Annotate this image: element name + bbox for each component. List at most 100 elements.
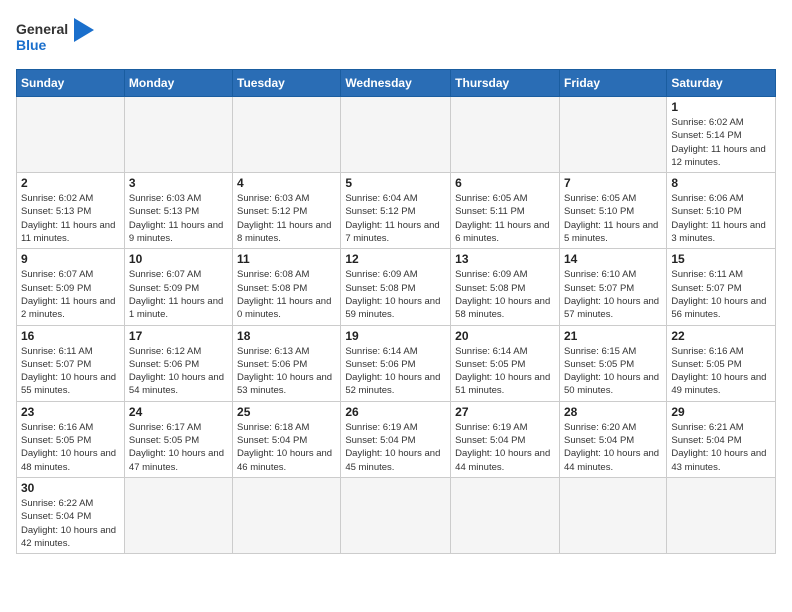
day-cell: 23 Sunrise: 6:16 AMSunset: 5:05 PMDayligh… bbox=[17, 401, 125, 477]
day-number: 27 bbox=[455, 405, 555, 419]
day-cell: 5Sunrise: 6:04 AMSunset: 5:12 PMDaylight… bbox=[341, 173, 451, 249]
day-cell: 6 Sunrise: 6:05 AMSunset: 5:11 PMDaylight… bbox=[451, 173, 560, 249]
day-cell bbox=[341, 477, 451, 553]
day-number: 28 bbox=[564, 405, 662, 419]
day-cell bbox=[17, 97, 125, 173]
day-number: 14 bbox=[564, 252, 662, 266]
week-row-6: 30 Sunrise: 6:22 AMSunset: 5:04 PMDayligh… bbox=[17, 477, 776, 553]
day-info: Sunrise: 6:10 AMSunset: 5:07 PMDaylight:… bbox=[564, 268, 662, 321]
weekday-header-thursday: Thursday bbox=[451, 70, 560, 97]
day-info: Sunrise: 6:11 AMSunset: 5:07 PMDaylight:… bbox=[671, 268, 771, 321]
day-cell: 18 Sunrise: 6:13 AMSunset: 5:06 PMDayligh… bbox=[233, 325, 341, 401]
day-cell bbox=[667, 477, 776, 553]
day-number: 4 bbox=[237, 176, 336, 190]
day-cell: 10Sunrise: 6:07 AMSunset: 5:09 PMDayligh… bbox=[124, 249, 232, 325]
weekday-header-wednesday: Wednesday bbox=[341, 70, 451, 97]
day-number: 6 bbox=[455, 176, 555, 190]
day-info: Sunrise: 6:03 AMSunset: 5:12 PMDaylight:… bbox=[237, 192, 336, 245]
week-row-3: 9Sunrise: 6:07 AMSunset: 5:09 PMDaylight… bbox=[17, 249, 776, 325]
day-number: 30 bbox=[21, 481, 120, 495]
day-info: Sunrise: 6:14 AMSunset: 5:06 PMDaylight:… bbox=[345, 345, 446, 398]
day-info: Sunrise: 6:16 AMSunset: 5:05 PMDaylight:… bbox=[671, 345, 771, 398]
day-info: Sunrise: 6:08 AMSunset: 5:08 PMDaylight:… bbox=[237, 268, 336, 321]
day-number: 17 bbox=[129, 329, 228, 343]
day-number: 16 bbox=[21, 329, 120, 343]
svg-text:General: General bbox=[16, 21, 68, 37]
day-info: Sunrise: 6:11 AMSunset: 5:07 PMDaylight:… bbox=[21, 345, 120, 398]
logo-svg: GeneralBlue bbox=[16, 16, 96, 61]
day-info: Sunrise: 6:19 AMSunset: 5:04 PMDaylight:… bbox=[345, 421, 446, 474]
day-info: Sunrise: 6:06 AMSunset: 5:10 PMDaylight:… bbox=[671, 192, 771, 245]
day-number: 2 bbox=[21, 176, 120, 190]
day-cell: 8 Sunrise: 6:06 AMSunset: 5:10 PMDaylight… bbox=[667, 173, 776, 249]
day-info: Sunrise: 6:03 AMSunset: 5:13 PMDaylight:… bbox=[129, 192, 228, 245]
day-cell bbox=[451, 97, 560, 173]
day-number: 26 bbox=[345, 405, 446, 419]
day-cell: 26 Sunrise: 6:19 AMSunset: 5:04 PMDayligh… bbox=[341, 401, 451, 477]
day-number: 21 bbox=[564, 329, 662, 343]
day-number: 3 bbox=[129, 176, 228, 190]
svg-text:Blue: Blue bbox=[16, 37, 47, 53]
day-number: 8 bbox=[671, 176, 771, 190]
day-cell: 19 Sunrise: 6:14 AMSunset: 5:06 PMDayligh… bbox=[341, 325, 451, 401]
day-info: Sunrise: 6:20 AMSunset: 5:04 PMDaylight:… bbox=[564, 421, 662, 474]
logo: GeneralBlue bbox=[16, 16, 96, 61]
weekday-header-friday: Friday bbox=[559, 70, 666, 97]
weekday-header-saturday: Saturday bbox=[667, 70, 776, 97]
day-number: 19 bbox=[345, 329, 446, 343]
day-number: 7 bbox=[564, 176, 662, 190]
day-cell: 21Sunrise: 6:15 AMSunset: 5:05 PMDayligh… bbox=[559, 325, 666, 401]
day-number: 22 bbox=[671, 329, 771, 343]
day-cell: 11 Sunrise: 6:08 AMSunset: 5:08 PMDayligh… bbox=[233, 249, 341, 325]
day-number: 5 bbox=[345, 176, 446, 190]
day-number: 25 bbox=[237, 405, 336, 419]
day-cell: 9Sunrise: 6:07 AMSunset: 5:09 PMDaylight… bbox=[17, 249, 125, 325]
week-row-1: 1 Sunrise: 6:02 AMSunset: 5:14 PMDaylight… bbox=[17, 97, 776, 173]
day-cell bbox=[559, 477, 666, 553]
day-number: 15 bbox=[671, 252, 771, 266]
day-number: 10 bbox=[129, 252, 228, 266]
day-number: 11 bbox=[237, 252, 336, 266]
day-cell: 3 Sunrise: 6:03 AMSunset: 5:13 PMDaylight… bbox=[124, 173, 232, 249]
day-number: 23 bbox=[21, 405, 120, 419]
day-cell: 1 Sunrise: 6:02 AMSunset: 5:14 PMDaylight… bbox=[667, 97, 776, 173]
day-cell: 17Sunrise: 6:12 AMSunset: 5:06 PMDayligh… bbox=[124, 325, 232, 401]
day-info: Sunrise: 6:22 AMSunset: 5:04 PMDaylight:… bbox=[21, 497, 120, 550]
calendar: SundayMondayTuesdayWednesdayThursdayFrid… bbox=[16, 69, 776, 554]
day-info: Sunrise: 6:05 AMSunset: 5:11 PMDaylight:… bbox=[455, 192, 555, 245]
day-cell: 7 Sunrise: 6:05 AMSunset: 5:10 PMDaylight… bbox=[559, 173, 666, 249]
day-info: Sunrise: 6:14 AMSunset: 5:05 PMDaylight:… bbox=[455, 345, 555, 398]
day-cell: 15 Sunrise: 6:11 AMSunset: 5:07 PMDayligh… bbox=[667, 249, 776, 325]
day-info: Sunrise: 6:18 AMSunset: 5:04 PMDaylight:… bbox=[237, 421, 336, 474]
week-row-5: 23 Sunrise: 6:16 AMSunset: 5:05 PMDayligh… bbox=[17, 401, 776, 477]
weekday-header-monday: Monday bbox=[124, 70, 232, 97]
day-cell: 29Sunrise: 6:21 AMSunset: 5:04 PMDayligh… bbox=[667, 401, 776, 477]
day-cell bbox=[559, 97, 666, 173]
day-cell bbox=[124, 97, 232, 173]
day-info: Sunrise: 6:13 AMSunset: 5:06 PMDaylight:… bbox=[237, 345, 336, 398]
day-info: Sunrise: 6:21 AMSunset: 5:04 PMDaylight:… bbox=[671, 421, 771, 474]
day-info: Sunrise: 6:02 AMSunset: 5:13 PMDaylight:… bbox=[21, 192, 120, 245]
day-cell: 16 Sunrise: 6:11 AMSunset: 5:07 PMDayligh… bbox=[17, 325, 125, 401]
day-number: 20 bbox=[455, 329, 555, 343]
weekday-header-row: SundayMondayTuesdayWednesdayThursdayFrid… bbox=[17, 70, 776, 97]
day-info: Sunrise: 6:17 AMSunset: 5:05 PMDaylight:… bbox=[129, 421, 228, 474]
day-number: 1 bbox=[671, 100, 771, 114]
day-cell: 13Sunrise: 6:09 AMSunset: 5:08 PMDayligh… bbox=[451, 249, 560, 325]
day-cell: 4 Sunrise: 6:03 AMSunset: 5:12 PMDaylight… bbox=[233, 173, 341, 249]
day-cell bbox=[451, 477, 560, 553]
day-number: 24 bbox=[129, 405, 228, 419]
day-number: 12 bbox=[345, 252, 446, 266]
day-cell bbox=[233, 477, 341, 553]
day-info: Sunrise: 6:07 AMSunset: 5:09 PMDaylight:… bbox=[21, 268, 120, 321]
day-info: Sunrise: 6:02 AMSunset: 5:14 PMDaylight:… bbox=[671, 116, 771, 169]
day-cell: 24 Sunrise: 6:17 AMSunset: 5:05 PMDayligh… bbox=[124, 401, 232, 477]
day-info: Sunrise: 6:19 AMSunset: 5:04 PMDaylight:… bbox=[455, 421, 555, 474]
week-row-4: 16 Sunrise: 6:11 AMSunset: 5:07 PMDayligh… bbox=[17, 325, 776, 401]
day-info: Sunrise: 6:05 AMSunset: 5:10 PMDaylight:… bbox=[564, 192, 662, 245]
day-cell bbox=[341, 97, 451, 173]
day-info: Sunrise: 6:16 AMSunset: 5:05 PMDaylight:… bbox=[21, 421, 120, 474]
day-number: 18 bbox=[237, 329, 336, 343]
day-info: Sunrise: 6:09 AMSunset: 5:08 PMDaylight:… bbox=[345, 268, 446, 321]
day-cell: 12 Sunrise: 6:09 AMSunset: 5:08 PMDayligh… bbox=[341, 249, 451, 325]
